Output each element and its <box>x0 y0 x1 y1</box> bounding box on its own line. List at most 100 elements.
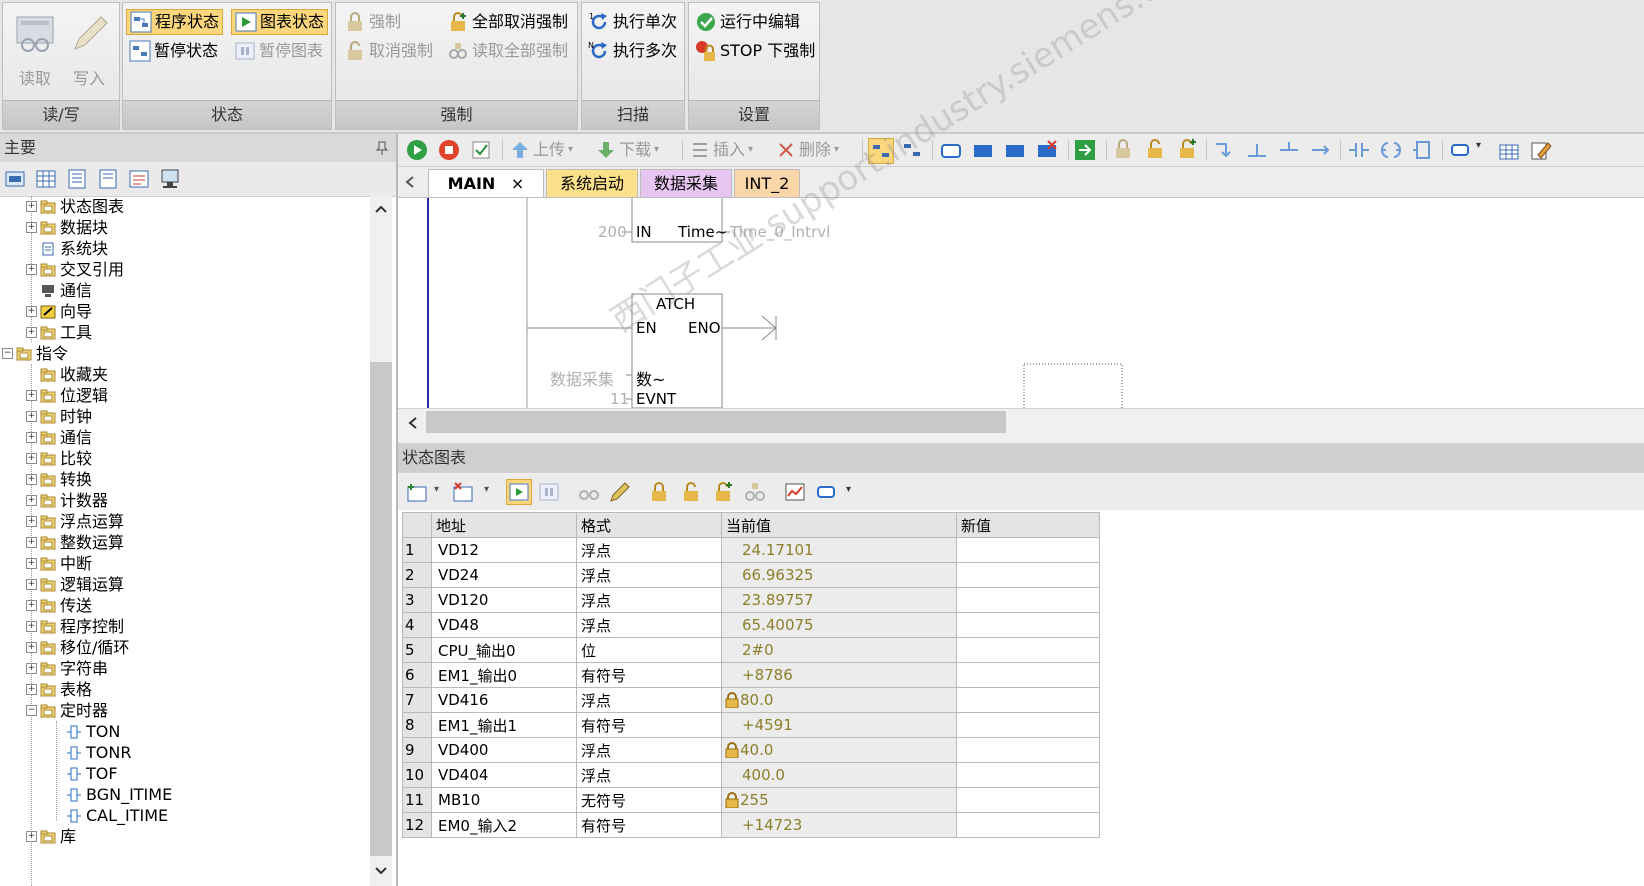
tree-item[interactable]: + 时钟 <box>26 406 92 427</box>
delete-button[interactable]: 删除 ▾ <box>776 138 839 162</box>
table-row[interactable]: 11 MB10 无符号 255 <box>402 787 1100 813</box>
address-cell[interactable]: EM1_输出1 <box>431 712 577 738</box>
expand-icon[interactable]: + <box>26 453 37 464</box>
new-value-cell[interactable] <box>956 562 1100 588</box>
tree-item[interactable]: + 向导 <box>26 301 92 322</box>
write-button[interactable]: 写入 <box>63 9 115 89</box>
pause-status-button[interactable]: 暂停状态 <box>126 38 221 64</box>
glasses-icon[interactable] <box>578 481 600 503</box>
cross-reference-icon[interactable] <box>128 168 150 190</box>
tab-main[interactable]: MAIN × <box>428 169 544 197</box>
expand-icon[interactable]: + <box>26 600 37 611</box>
format-cell[interactable]: 浮点 <box>576 537 722 563</box>
download-button[interactable]: 下载 ▾ <box>596 138 659 162</box>
new-value-cell[interactable] <box>956 737 1100 763</box>
stop-icon[interactable] <box>438 139 460 161</box>
address-cell[interactable]: VD400 <box>431 737 577 763</box>
table-row[interactable]: 10 VD404 浮点 400.0 <box>402 762 1100 788</box>
expand-icon[interactable]: + <box>26 474 37 485</box>
tab-scroll-left-icon[interactable] <box>404 175 416 189</box>
tree-item[interactable]: + 浮点运算 <box>26 511 124 532</box>
upload-button[interactable]: 上传 ▾ <box>510 138 573 162</box>
table-row[interactable]: 6 EM1_输出0 有符号 +8786 <box>402 662 1100 688</box>
table-row[interactable]: 3 VD120 浮点 23.89757 <box>402 587 1100 613</box>
pin-icon[interactable] <box>375 134 390 162</box>
insert-button[interactable]: 插入 ▾ <box>690 138 753 162</box>
new-value-cell[interactable] <box>956 787 1100 813</box>
tree-item[interactable]: + 数据块 <box>26 217 108 238</box>
tree-item[interactable]: + 整数运算 <box>26 532 124 553</box>
scroll-left-icon[interactable] <box>406 416 420 430</box>
collapse-icon[interactable]: − <box>2 348 13 359</box>
address-cell[interactable]: VD404 <box>431 762 577 788</box>
tree-item[interactable]: 通信 <box>26 280 92 301</box>
program-status-toggle-icon[interactable] <box>868 138 894 164</box>
tree-item[interactable]: + 通信 <box>26 427 92 448</box>
tab-int-2[interactable]: INT_2 <box>734 169 800 197</box>
tree-item[interactable]: + 逻辑运算 <box>26 574 124 595</box>
communication-icon[interactable] <box>159 168 181 190</box>
line-up-icon[interactable] <box>1246 140 1268 160</box>
unforce-all-chart-icon[interactable] <box>712 481 734 503</box>
insert-coil-icon[interactable] <box>1380 140 1402 160</box>
table-row[interactable]: 2 VD24 浮点 66.96325 <box>402 562 1100 588</box>
expand-icon[interactable]: + <box>26 222 37 233</box>
run-edit-button[interactable]: 运行中编辑 <box>692 9 803 35</box>
expand-icon[interactable]: + <box>26 264 37 275</box>
line-down-icon[interactable] <box>1214 140 1236 160</box>
expand-icon[interactable]: + <box>26 390 37 401</box>
expand-icon[interactable]: + <box>26 495 37 506</box>
force-lock-icon[interactable] <box>1112 138 1134 160</box>
data-block-icon[interactable] <box>66 168 88 190</box>
tree-item[interactable]: + 比较 <box>26 448 92 469</box>
format-cell[interactable]: 浮点 <box>576 687 722 713</box>
chart-status-button[interactable]: 图表状态 <box>231 9 329 35</box>
tab-system-startup[interactable]: 系统启动 <box>546 169 638 197</box>
write-pencil-icon[interactable] <box>608 481 630 503</box>
format-cell[interactable]: 位 <box>576 637 722 663</box>
format-cell[interactable]: 有符号 <box>576 712 722 738</box>
unforce-all-button[interactable]: 全部取消强制 <box>444 9 571 35</box>
unforce-all-lock-icon[interactable] <box>1176 138 1198 160</box>
tree-item[interactable]: + 中断 <box>26 553 92 574</box>
expand-icon[interactable]: + <box>26 684 37 695</box>
ladder-hscrollbar[interactable] <box>398 408 1644 437</box>
new-value-cell[interactable] <box>956 712 1100 738</box>
new-value-cell[interactable] <box>956 662 1100 688</box>
go-to-icon[interactable] <box>1074 139 1096 161</box>
format-cell[interactable]: 浮点 <box>576 612 722 638</box>
expand-icon[interactable]: + <box>26 663 37 674</box>
tree-item[interactable]: − 指令 <box>2 343 68 364</box>
hscroll-thumb[interactable] <box>426 411 1006 433</box>
new-value-cell[interactable] <box>956 812 1100 838</box>
tree-item[interactable]: + 字符串 <box>26 658 108 679</box>
read-button[interactable]: 读取 <box>9 9 61 89</box>
tree-scrollbar[interactable] <box>370 196 392 886</box>
add-row-icon[interactable] <box>406 481 428 503</box>
contact-icon[interactable] <box>940 140 962 160</box>
format-cell[interactable]: 浮点 <box>576 587 722 613</box>
address-cell[interactable]: VD12 <box>431 537 577 563</box>
pause-chart-toggle-icon[interactable] <box>538 481 560 503</box>
tree-item[interactable]: + 工具 <box>26 322 92 343</box>
read-forced-chart-icon[interactable] <box>744 481 766 503</box>
unforce-chart-icon[interactable] <box>680 481 702 503</box>
column-header-new-value[interactable]: 新值 <box>956 512 1100 538</box>
address-cell[interactable]: VD24 <box>431 562 577 588</box>
tree-item[interactable]: 收藏夹 <box>26 364 108 385</box>
address-cell[interactable]: EM1_输出0 <box>431 662 577 688</box>
trend-view-icon[interactable] <box>784 481 806 503</box>
column-header-current-value[interactable]: 当前值 <box>721 512 957 538</box>
edit-icon[interactable] <box>1530 139 1552 161</box>
collapse-icon[interactable]: − <box>26 705 37 716</box>
tree-item[interactable]: + 程序控制 <box>26 616 124 637</box>
pause-status-toggle-icon[interactable] <box>900 138 924 162</box>
tree-item[interactable]: + 位逻辑 <box>26 385 108 406</box>
expand-icon[interactable]: + <box>26 579 37 590</box>
tree-item[interactable]: + 传送 <box>26 595 92 616</box>
table-row[interactable]: 5 CPU_输出0 位 2#0 <box>402 637 1100 663</box>
force-chart-icon[interactable] <box>648 481 670 503</box>
multiple-scans-button[interactable]: N 执行多次 <box>585 38 680 64</box>
stop-force-button[interactable]: STOP 下强制 <box>692 38 818 64</box>
table-row[interactable]: 12 EM0_输入2 有符号 +14723 <box>402 812 1100 838</box>
